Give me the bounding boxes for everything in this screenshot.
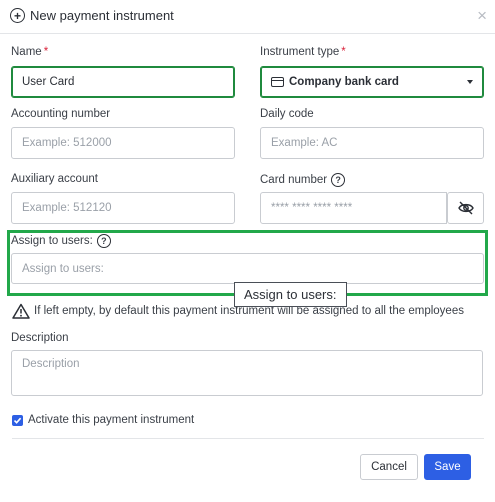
tooltip: Assign to users: (234, 282, 347, 307)
cancel-button[interactable]: Cancel (360, 454, 418, 480)
warning-icon (12, 303, 30, 319)
instrument-type-select[interactable]: Company bank card (260, 66, 484, 98)
assign-users-input[interactable] (11, 253, 484, 284)
accounting-number-input[interactable] (11, 127, 235, 159)
auxiliary-account-label: Auxiliary account (11, 173, 98, 185)
eye-off-icon (457, 201, 474, 215)
daily-code-input[interactable] (260, 127, 484, 159)
dialog-title-text: New payment instrument (30, 8, 174, 23)
help-icon[interactable]: ? (331, 173, 346, 187)
description-textarea[interactable]: Description (11, 350, 483, 396)
chevron-down-icon (467, 80, 473, 84)
footer-divider (12, 438, 484, 439)
accounting-number-label: Accounting number (11, 108, 111, 120)
auxiliary-account-input[interactable] (11, 192, 235, 224)
card-number-input[interactable] (260, 192, 447, 224)
name-label: Name * (11, 46, 49, 58)
save-button[interactable]: Save (424, 454, 471, 480)
assign-users-label: Assign to users:? (11, 234, 111, 248)
payment-instrument-dialog: + New payment instrument × Name* Instrum… (0, 0, 495, 502)
toggle-visibility-button[interactable] (447, 192, 484, 224)
plus-circle-icon: + (10, 8, 25, 23)
description-label: Description (11, 332, 69, 344)
daily-code-label: Daily code (260, 108, 314, 120)
header-divider (0, 33, 495, 34)
dialog-title: + New payment instrument (10, 8, 174, 23)
help-icon[interactable]: ? (96, 234, 111, 248)
card-number-label: Card number? (260, 173, 346, 187)
close-icon[interactable]: × (477, 6, 487, 26)
activate-checkbox[interactable] (12, 415, 23, 426)
required-mark: * (341, 46, 346, 58)
credit-card-icon (271, 77, 284, 87)
name-input[interactable] (11, 66, 235, 98)
required-mark: * (43, 46, 49, 58)
instrument-type-value: Company bank card (289, 76, 399, 88)
activate-label: Activate this payment instrument (28, 414, 195, 426)
checkmark-icon (13, 417, 22, 424)
instrument-type-label: Instrument type * (260, 46, 346, 58)
